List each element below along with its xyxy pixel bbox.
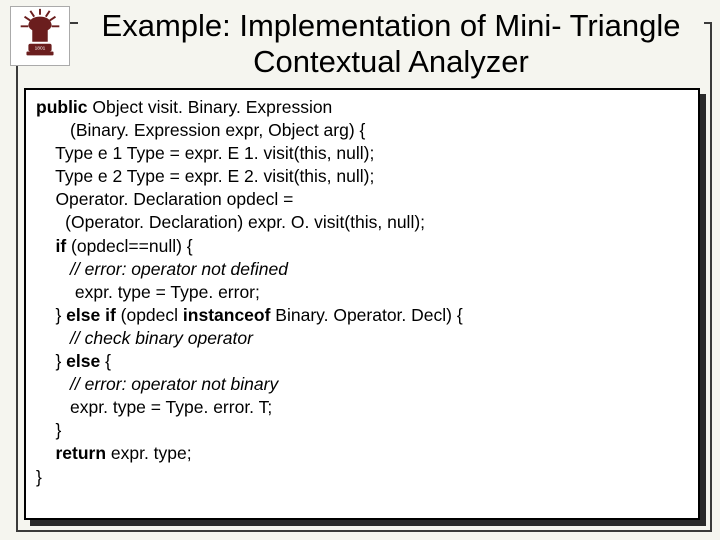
svg-text:1801: 1801: [35, 46, 46, 52]
kw-public: public: [36, 97, 88, 117]
comment: // error: operator not defined: [70, 259, 288, 279]
kw-else-if: else if: [66, 305, 116, 325]
comment: // error: operator not binary: [70, 374, 278, 394]
kw-if: if: [55, 236, 66, 256]
kw-return: return: [55, 443, 106, 463]
kw-instanceof: instanceof: [183, 305, 271, 325]
code-listing: public Object visit. Binary. Expression …: [24, 88, 700, 520]
kw-else: else: [66, 351, 100, 371]
university-logo: 1801: [10, 6, 70, 66]
comment: // check binary operator: [70, 328, 253, 348]
slide-title: Example: Implementation of Mini- Triangl…: [78, 8, 704, 79]
